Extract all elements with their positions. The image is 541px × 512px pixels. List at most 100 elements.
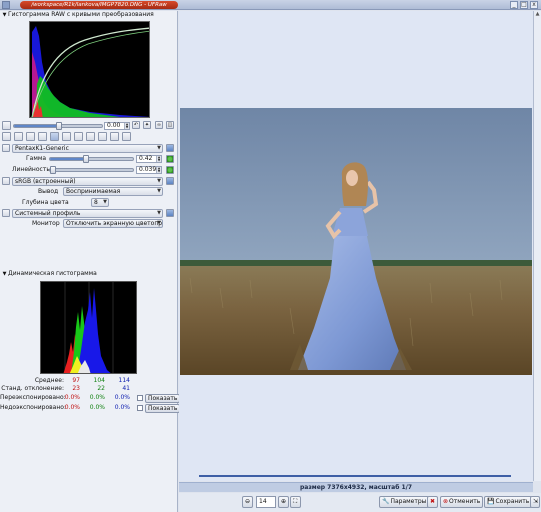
spin-arrows-icon[interactable]: ▲ ▼ bbox=[156, 156, 161, 162]
scroll-up-icon[interactable]: ▲ bbox=[534, 11, 541, 19]
over-green: 0.0% bbox=[89, 394, 105, 401]
depth-value: 8 bbox=[94, 199, 98, 206]
zoom-out-icon[interactable]: ⊖ bbox=[242, 496, 253, 508]
collapse-arrow-icon: ▼ bbox=[2, 271, 7, 277]
output-profile-icon bbox=[2, 177, 10, 185]
dynamic-histogram-title: Динамическая гистограмма bbox=[8, 270, 97, 277]
display-profile-icon bbox=[2, 209, 10, 217]
monitor-label: Монитор bbox=[32, 220, 60, 227]
zoom-value: 14 bbox=[259, 498, 267, 505]
tab-grayscale-icon[interactable] bbox=[26, 132, 35, 141]
parameters-label: Параметры bbox=[390, 498, 427, 505]
auto-exposure-icon[interactable]: ✦ bbox=[143, 121, 151, 129]
raw-histogram-title: Гистограмма RAW с кривыми преобразования bbox=[8, 11, 154, 18]
window-title: /workspace/R1k/lankova/IMGP7820.DNG - UF… bbox=[20, 1, 178, 9]
spin-arrows-icon[interactable]: ▲ ▼ bbox=[124, 123, 129, 129]
exposure-slider[interactable] bbox=[13, 122, 103, 130]
camera-profile-value: PentaxK1-Generic bbox=[15, 145, 69, 152]
show-underexposed-button[interactable]: Показать bbox=[145, 404, 181, 413]
chevron-down-icon: ▼ bbox=[157, 210, 161, 216]
load-display-profile-icon[interactable] bbox=[166, 209, 174, 217]
load-profile-icon[interactable] bbox=[166, 144, 174, 152]
gamma-label: Гамма bbox=[26, 155, 47, 162]
std-green: 22 bbox=[97, 385, 105, 392]
gamma-value: 0.42 bbox=[139, 155, 153, 162]
save-button[interactable]: 💾Сохранить bbox=[484, 496, 533, 508]
tab-lens-icon[interactable] bbox=[38, 132, 47, 141]
tab-color-management-icon[interactable] bbox=[50, 132, 59, 141]
tab-base-icon[interactable] bbox=[2, 132, 11, 141]
zoom-fit-icon[interactable]: ⛶ bbox=[290, 496, 301, 508]
camera-profile-select[interactable]: PentaxK1-Generic ▼ bbox=[12, 144, 163, 153]
clip-icon[interactable]: ◫ bbox=[166, 121, 174, 129]
chevron-down-icon: ▼ bbox=[157, 188, 161, 194]
exposure-spin[interactable]: 0.00 ▲ ▼ bbox=[104, 122, 130, 130]
gamma-slider-handle[interactable] bbox=[83, 155, 89, 163]
show-overexposed-button[interactable]: Показать bbox=[145, 394, 181, 403]
tab-lightness-icon[interactable] bbox=[74, 132, 83, 141]
output-profile-select[interactable]: sRGB (встроенный) ▼ bbox=[12, 177, 163, 186]
display-profile-select[interactable]: Системный профиль ▼ bbox=[12, 209, 163, 218]
title-bar: /workspace/R1k/lankova/IMGP7820.DNG - UF… bbox=[0, 0, 541, 10]
under-red: 0.0% bbox=[64, 404, 80, 411]
dynamic-histogram[interactable] bbox=[40, 281, 137, 374]
overexposed-row: Переэкспонировано: 0.0% 0.0% 0.0% Показа… bbox=[0, 394, 181, 403]
under-green: 0.0% bbox=[89, 404, 105, 411]
depth-select[interactable]: 8 ▼ bbox=[91, 198, 109, 207]
monitor-select[interactable]: Отключить экранную цветопр ▼ bbox=[63, 219, 163, 228]
left-panel: ▼ Гистограмма RAW с кривыми преобразовани… bbox=[0, 11, 181, 512]
monitor-value: Отключить экранную цветопр bbox=[66, 220, 163, 227]
chevron-down-icon: ▼ bbox=[157, 220, 161, 226]
reset-linearity-icon[interactable] bbox=[166, 166, 174, 174]
overexposed-checkbox[interactable] bbox=[137, 395, 143, 401]
underexposed-checkbox[interactable] bbox=[137, 405, 143, 411]
image-viewer[interactable] bbox=[179, 11, 533, 481]
tab-exif-icon[interactable] bbox=[110, 132, 119, 141]
minimize-button[interactable]: _ bbox=[510, 1, 518, 9]
tab-wb-icon[interactable] bbox=[14, 132, 23, 141]
send-to-gimp-icon[interactable]: ⇲ bbox=[530, 496, 540, 508]
underexposed-row: Недоэкспонировано: 0.0% 0.0% 0.0% Показа… bbox=[0, 404, 181, 413]
raw-histogram-header[interactable]: ▼ Гистограмма RAW с кривыми преобразовани… bbox=[1, 11, 177, 19]
exposure-slider-handle[interactable] bbox=[56, 122, 62, 130]
close-button[interactable]: x bbox=[530, 1, 538, 9]
mean-red: 97 bbox=[72, 377, 80, 384]
linearity-label: Линейность bbox=[12, 166, 50, 173]
cancel-icon: ⊗ bbox=[443, 498, 449, 505]
vertical-scrollbar[interactable]: ▲ bbox=[533, 11, 541, 481]
camera-profile-icon bbox=[2, 144, 10, 152]
mean-row: Среднее: 97 104 114 bbox=[0, 377, 178, 385]
preview-image[interactable] bbox=[180, 108, 532, 375]
raw-histogram[interactable] bbox=[29, 21, 150, 118]
over-red: 0.0% bbox=[64, 394, 80, 401]
spin-arrows-icon[interactable]: ▲ ▼ bbox=[156, 167, 161, 173]
cancel-button[interactable]: ⊗Отменить bbox=[440, 496, 484, 508]
reset-gamma-icon[interactable] bbox=[166, 155, 174, 163]
horizontal-scrollbar[interactable] bbox=[199, 475, 511, 477]
tab-settings-icon[interactable] bbox=[122, 132, 131, 141]
linearity-slider[interactable] bbox=[49, 166, 134, 174]
gamma-spin[interactable]: 0.42 ▲ ▼ bbox=[136, 155, 162, 163]
window-menu-icon[interactable] bbox=[2, 1, 10, 9]
linearity-spin[interactable]: 0.039 ▲ ▼ bbox=[136, 166, 162, 174]
parameters-button[interactable]: 🔧Параметры bbox=[379, 496, 430, 508]
tab-crop-icon[interactable] bbox=[86, 132, 95, 141]
linearity-slider-handle[interactable] bbox=[50, 166, 56, 174]
status-bar: размер 7376x4932, масштаб 1/7 bbox=[179, 482, 533, 492]
dynamic-histogram-header[interactable]: ▼ Динамическая гистограмма bbox=[1, 270, 177, 278]
maximize-button[interactable]: □ bbox=[520, 1, 528, 9]
tab-corrections-icon[interactable] bbox=[62, 132, 71, 141]
mean-green: 104 bbox=[93, 377, 105, 384]
load-output-profile-icon[interactable] bbox=[166, 177, 174, 185]
std-blue: 41 bbox=[122, 385, 130, 392]
zoom-spin[interactable]: 14 bbox=[256, 496, 276, 508]
display-profile-value: Системный профиль bbox=[15, 210, 81, 217]
zoom-in-icon[interactable]: ⊕ bbox=[278, 496, 289, 508]
gamma-slider[interactable] bbox=[49, 155, 134, 163]
undo-icon[interactable]: ↶ bbox=[132, 121, 140, 129]
intent-select[interactable]: Воспринимаемая ▼ bbox=[63, 187, 163, 196]
link-icon[interactable]: ∞ bbox=[155, 121, 163, 129]
delete-icon[interactable]: ✖ bbox=[427, 496, 438, 508]
tab-save-icon[interactable] bbox=[98, 132, 107, 141]
intent-value: Воспринимаемая bbox=[66, 188, 121, 195]
